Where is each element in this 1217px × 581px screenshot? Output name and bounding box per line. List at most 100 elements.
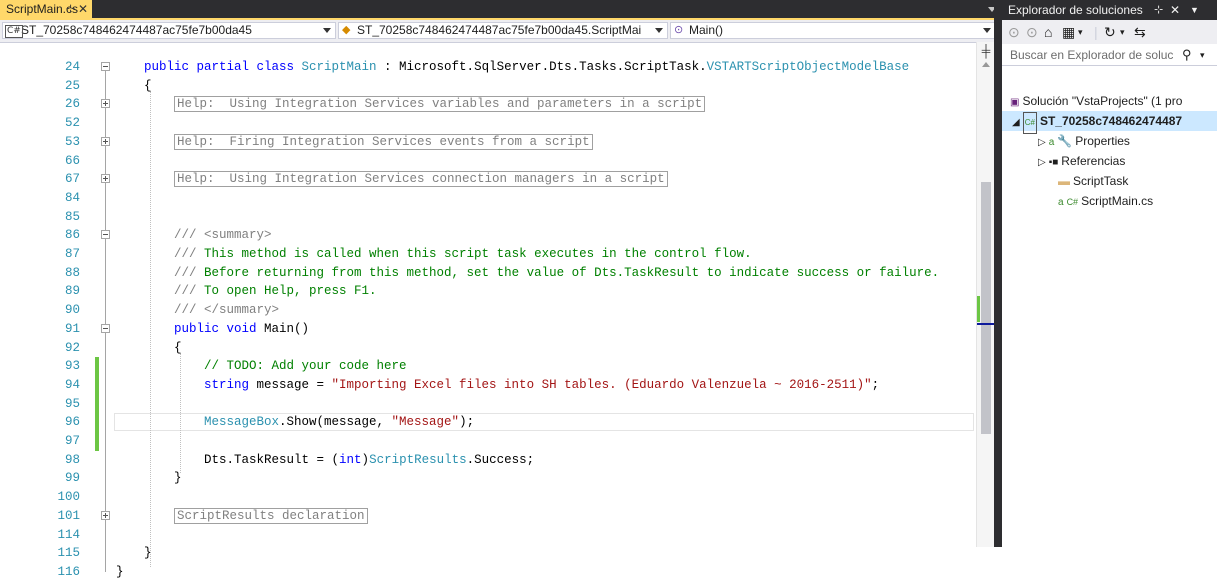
document-tab-bar: ScriptMain.cs ⊹ ✕ <box>0 0 1000 20</box>
code-token: ) <box>361 452 370 467</box>
class-dropdown-value: ST_70258c748462474487ac75fe7b00da45.Scri… <box>357 23 642 37</box>
vertical-scrollbar[interactable]: ╪ <box>976 42 995 547</box>
line-number: 93 <box>64 359 80 374</box>
pane-divider[interactable] <box>994 0 1002 547</box>
home-icon[interactable]: ⌂ <box>1044 20 1052 44</box>
code-token: message = <box>256 377 332 392</box>
chevron-down-icon <box>983 28 991 33</box>
csharp-project-icon: C# <box>5 25 23 38</box>
code-line: { <box>174 339 182 357</box>
indent-guide <box>150 90 151 567</box>
expand-region-icon[interactable] <box>101 510 110 520</box>
code-token: { <box>174 340 182 355</box>
line-number: 52 <box>64 116 80 131</box>
search-icon[interactable]: ⚲ <box>1182 44 1192 65</box>
chevron-down-icon <box>323 28 331 33</box>
pending-changes-icon[interactable]: ↻ <box>1104 20 1116 44</box>
references-icon: ▪■ <box>1048 157 1059 168</box>
code-token: Help: Using Integration Services variabl… <box>174 96 706 113</box>
tree-item-scripttask[interactable]: ▬ ScriptTask <box>1058 171 1217 191</box>
folder-icon: ▬ <box>1058 174 1070 188</box>
line-number: 91 <box>64 321 80 336</box>
code-line: MessageBox.Show(message, "Message"); <box>204 413 474 431</box>
pin-icon[interactable]: ⊹ <box>1154 0 1163 20</box>
scroll-up-icon[interactable] <box>982 62 990 67</box>
caret-position-marker <box>977 323 995 325</box>
scrollbar-thumb[interactable] <box>981 182 991 434</box>
line-number: 86 <box>64 228 80 243</box>
code-line: public void Main() <box>174 320 309 338</box>
code-line: /// </summary> <box>174 301 279 319</box>
collapsed-region[interactable]: ScriptResults declaration <box>174 507 368 525</box>
search-input[interactable]: Buscar en Explorador de soluc <box>1010 48 1173 62</box>
collapse-region-icon[interactable] <box>101 62 110 71</box>
back-icon[interactable]: ⊙ <box>1008 20 1020 44</box>
close-icon[interactable]: ✕ <box>1170 0 1180 20</box>
pin-icon[interactable]: ⊹ <box>66 0 75 18</box>
expanded-arrow-icon: ◢ <box>1012 117 1020 128</box>
tree-item-references[interactable]: ▷ ▪■ Referencias <box>1038 151 1217 171</box>
member-dropdown-value: Main() <box>689 23 724 37</box>
line-number: 84 <box>64 190 80 205</box>
code-token: { <box>144 78 152 93</box>
forward-icon[interactable]: ⊙ <box>1026 20 1038 44</box>
member-dropdown[interactable]: ⊙ Main() <box>670 22 996 39</box>
outline-line <box>105 239 106 311</box>
line-number: 99 <box>64 471 80 486</box>
expand-region-icon[interactable] <box>101 136 110 146</box>
collapse-region-icon[interactable] <box>101 230 110 240</box>
code-editor[interactable]: ScriptMain.cs ⊹ ✕ C# ST_70258c7484624744… <box>0 0 1000 579</box>
code-token: /// <summary> <box>174 228 272 243</box>
tree-item-label: Properties <box>1075 134 1130 148</box>
change-marker <box>977 296 980 322</box>
sync-icon[interactable]: ⇆ <box>1134 20 1146 44</box>
code-token: int <box>339 452 362 467</box>
code-line: /// <summary> <box>174 226 272 244</box>
tree-item-label: ST_70258c748462474487 <box>1039 114 1183 128</box>
chevron-down-icon[interactable]: ▾ <box>1120 20 1125 44</box>
tab-scriptmain[interactable]: ScriptMain.cs ⊹ ✕ <box>0 0 92 18</box>
solution-explorer-search[interactable]: Buscar en Explorador de soluc ⚲ ▾ <box>1002 44 1217 66</box>
code-area[interactable]: 24 public partial class ScriptMain : Micr… <box>0 58 976 579</box>
project-dropdown[interactable]: C# ST_70258c748462474487ac75fe7b00da45 <box>2 22 336 39</box>
code-token: ScriptResults <box>369 452 467 467</box>
code-token: ScriptResults declaration <box>174 507 368 524</box>
chevron-down-icon[interactable]: ▼ <box>1190 0 1199 20</box>
project-dropdown-value: ST_70258c748462474487ac75fe7b00da45 <box>21 23 252 37</box>
split-editor-icon[interactable]: ╪ <box>980 45 992 57</box>
collapse-region-icon[interactable] <box>101 323 110 333</box>
code-token: This method is called when this script t… <box>204 247 752 261</box>
code-line: string message = "Importing Excel files … <box>204 376 879 394</box>
line-number: 85 <box>64 209 80 224</box>
tree-item-project[interactable]: ◢ C# ST_70258c748462474487 <box>1002 111 1217 134</box>
lock-icon: a <box>1048 137 1055 148</box>
line-number: 66 <box>64 153 80 168</box>
class-dropdown[interactable]: ◆ ST_70258c748462474487ac75fe7b00da45.Sc… <box>338 22 668 39</box>
line-number: 98 <box>64 452 80 467</box>
collapsed-region[interactable]: Help: Using Integration Services variabl… <box>174 95 706 113</box>
method-icon: ⊙ <box>674 24 684 36</box>
code-token: Help: Using Integration Services connect… <box>174 171 668 188</box>
outline-line <box>105 332 106 479</box>
solution-explorer-toolbar: ⊙ ⊙ ⌂ ▦ ▾ | ↻ ▾ ⇆ <box>1002 20 1217 44</box>
line-number: 90 <box>64 303 80 318</box>
chevron-down-icon[interactable]: ▾ <box>1200 44 1205 65</box>
tree-item-label: ScriptMain.cs <box>1081 194 1154 208</box>
line-number: 116 <box>57 564 80 579</box>
code-token: "Importing Excel files into SH tables. (… <box>331 377 872 392</box>
tree-item-scriptmain[interactable]: a C# ScriptMain.cs <box>1058 191 1217 211</box>
switch-views-icon[interactable]: ▦ <box>1062 20 1075 44</box>
expand-region-icon[interactable] <box>101 174 110 184</box>
collapsed-region[interactable]: Help: Using Integration Services connect… <box>174 170 668 188</box>
close-icon[interactable]: ✕ <box>78 0 88 18</box>
code-token: VSTARTScriptObjectModelBase <box>706 60 910 74</box>
expand-region-icon[interactable] <box>101 99 110 109</box>
tree-item-properties[interactable]: ▷ a 🔧 Properties <box>1038 131 1217 151</box>
code-token: } <box>174 471 182 486</box>
tree-item-solution[interactable]: ▣ Solución "VstaProjects" (1 pro <box>1010 91 1217 111</box>
chevron-down-icon[interactable]: ▾ <box>1078 20 1083 44</box>
code-token: : Microsoft.SqlServer.Dts.Tasks.ScriptTa… <box>376 60 707 74</box>
collapsed-region[interactable]: Help: Firing Integration Services events… <box>174 133 593 151</box>
code-line: { <box>144 77 152 95</box>
line-number: 88 <box>64 265 80 280</box>
